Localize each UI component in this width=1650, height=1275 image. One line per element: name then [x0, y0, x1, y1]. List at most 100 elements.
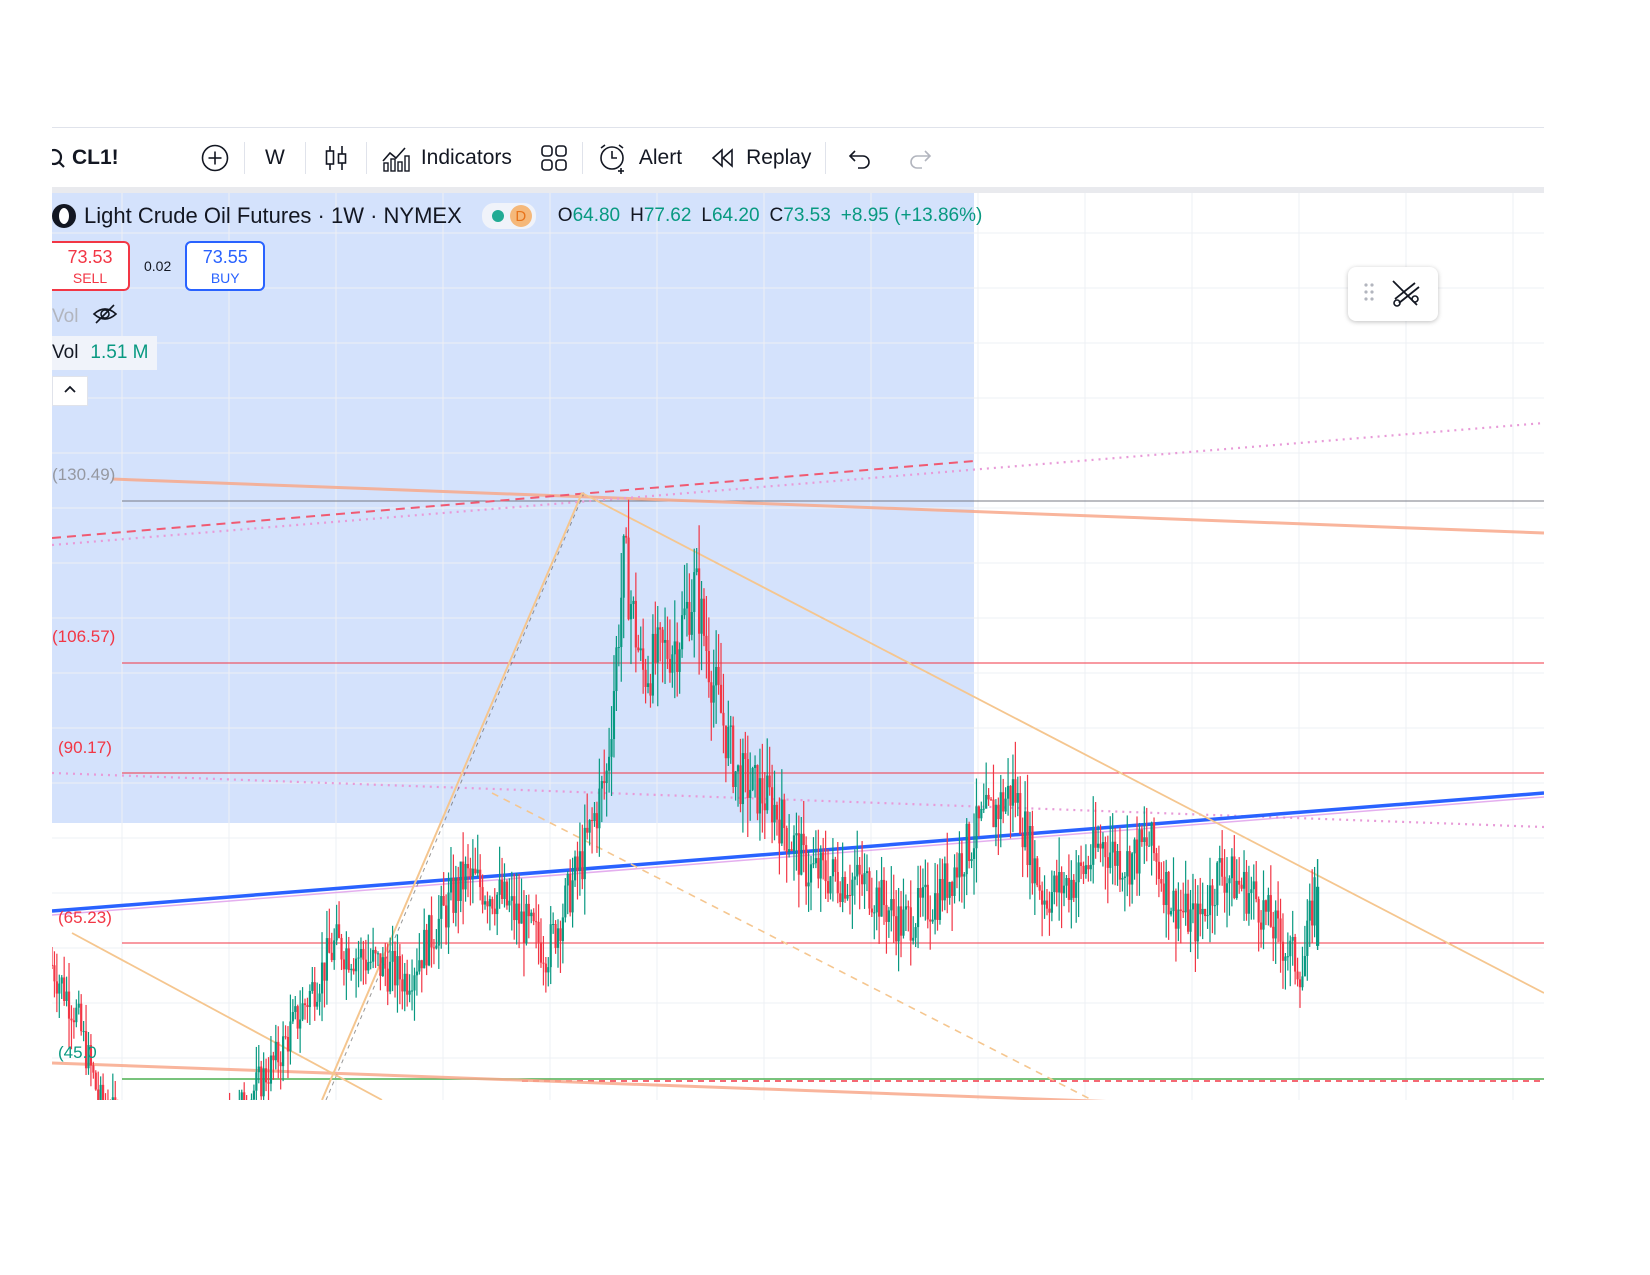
candle-up: [880, 879, 883, 917]
candle-up: [1070, 879, 1073, 900]
candle-down: [491, 899, 494, 909]
candle-down: [67, 991, 71, 1019]
plus-circle-icon: [200, 143, 230, 173]
candle-up: [316, 1001, 319, 1007]
volume-row[interactable]: Vol 1.51 M: [52, 336, 157, 370]
candle-up: [583, 827, 586, 880]
candle-up: [1101, 842, 1105, 849]
indicators-button[interactable]: Indicators: [367, 128, 526, 188]
candle-up: [887, 910, 890, 922]
candles-icon: [324, 143, 348, 173]
candle-up: [680, 615, 684, 650]
candle-up: [1267, 895, 1270, 912]
open-value: 64.80: [572, 205, 621, 226]
candle-up: [556, 928, 560, 948]
candle-down: [364, 959, 367, 971]
candle-up: [938, 878, 942, 920]
market-status[interactable]: D: [481, 203, 536, 229]
low-key: L: [701, 205, 712, 226]
replay-label: Replay: [746, 146, 812, 169]
candle-down: [595, 813, 599, 829]
candle-down: [676, 641, 679, 672]
last-candle-body: [1316, 886, 1320, 946]
fib-label: (45.0: [58, 1043, 97, 1062]
candle-up: [1077, 862, 1080, 883]
volume-hidden-row[interactable]: Vol: [52, 303, 118, 331]
candle-up: [656, 627, 659, 663]
candle-up: [508, 900, 511, 906]
candle-down: [1048, 908, 1051, 913]
candle-up: [58, 983, 61, 994]
candle-down: [260, 1066, 263, 1097]
chart-pane[interactable]: (130.49) (106.57) (90.17) (65.23) (45.0 …: [52, 193, 1544, 1100]
candle-up: [712, 685, 715, 703]
candle-up: [99, 1084, 102, 1100]
candle-down: [637, 647, 640, 651]
drawing-toolbar-float[interactable]: [1348, 267, 1438, 321]
candle-up: [294, 1006, 297, 1013]
candle-up: [593, 813, 596, 821]
compare-symbol-button[interactable]: [186, 128, 244, 188]
symbol-search[interactable]: CL1!: [52, 128, 186, 188]
candle-down: [698, 568, 701, 634]
candle-up: [252, 1090, 256, 1100]
candle-down: [72, 1020, 75, 1023]
candle-up: [646, 683, 650, 687]
candle-up: [758, 778, 762, 814]
eye-off-icon[interactable]: [92, 303, 118, 331]
drag-handle-icon[interactable]: [1363, 281, 1375, 308]
candle-up: [335, 924, 338, 941]
spread-value: 0.02: [144, 258, 172, 274]
layout-button[interactable]: [526, 128, 582, 188]
chart-type-button[interactable]: [306, 128, 366, 188]
undo-button[interactable]: [826, 128, 892, 188]
redo-button[interactable]: [892, 128, 950, 188]
buy-button[interactable]: 73.55 BUY: [185, 241, 266, 291]
candle-down: [539, 942, 543, 963]
candle-down: [1311, 900, 1314, 926]
candle-down: [393, 950, 397, 986]
sell-button[interactable]: 73.53 SELL: [52, 241, 130, 291]
candle-up: [851, 879, 854, 896]
candle-down: [868, 871, 871, 909]
candle-up: [1121, 877, 1124, 880]
candle-down: [1281, 941, 1285, 961]
top-toolbar: CL1! W Indicators Alert Replay: [52, 127, 1544, 188]
candle-down: [537, 921, 540, 943]
candle-down: [1204, 908, 1207, 917]
candle-up: [571, 880, 574, 913]
candle-down: [306, 1005, 309, 1008]
hide-drawings-icon[interactable]: [1389, 275, 1423, 314]
alert-button[interactable]: Alert: [583, 128, 696, 188]
candle-up: [999, 792, 1002, 820]
candle-up: [610, 739, 613, 757]
candle-up: [1189, 909, 1192, 932]
candle-up: [1216, 862, 1219, 906]
candle-up: [1218, 858, 1221, 863]
candle-down: [53, 965, 56, 982]
replay-button[interactable]: Replay: [696, 128, 825, 188]
low-value: 64.20: [711, 205, 760, 226]
candle-down: [1026, 811, 1029, 866]
candle-down: [1155, 853, 1158, 862]
candle-up: [549, 924, 552, 968]
candle-up: [1053, 875, 1056, 893]
candle-up: [1050, 892, 1053, 913]
collapse-legend-button[interactable]: [52, 376, 88, 406]
indicators-icon: [381, 143, 411, 173]
candle-up: [588, 820, 591, 833]
interval-button[interactable]: W: [245, 128, 305, 188]
candle-down: [420, 960, 423, 969]
candle-down: [710, 682, 713, 703]
candle-down: [1128, 851, 1131, 885]
price-chart[interactable]: [52, 193, 1544, 1100]
candle-up: [1028, 825, 1032, 866]
candle-up: [415, 971, 419, 976]
search-icon: [52, 147, 66, 169]
candle-up: [1133, 839, 1136, 854]
candle-down: [493, 908, 496, 915]
candle-up: [359, 948, 363, 958]
candle-up: [510, 896, 513, 901]
candle-down: [722, 712, 725, 726]
candle-down: [462, 861, 465, 890]
